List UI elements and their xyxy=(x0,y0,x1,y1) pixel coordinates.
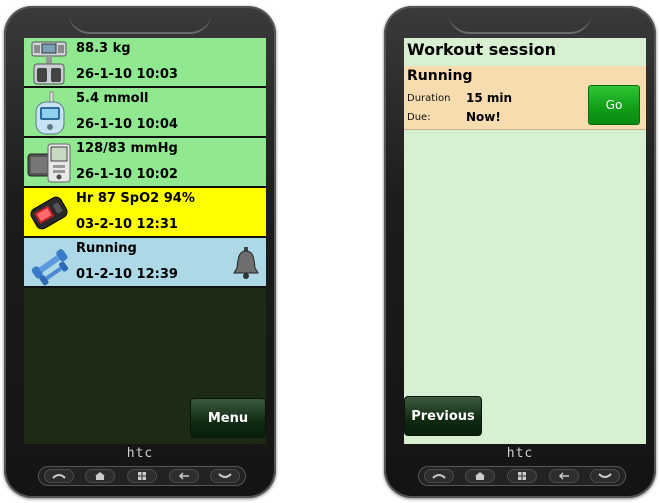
brand-logo: htc xyxy=(126,446,154,461)
call-icon[interactable] xyxy=(423,469,454,483)
earpiece xyxy=(68,12,212,34)
back-icon[interactable] xyxy=(548,469,579,483)
due-label: Due: xyxy=(407,112,431,123)
home-icon[interactable] xyxy=(465,469,496,483)
phone-left: 88.3 kg 26-1-10 10:03 5.4 mmoll 26-1-10 … xyxy=(4,6,276,498)
pulse-oximeter-icon xyxy=(30,196,68,230)
back-icon[interactable] xyxy=(168,469,199,483)
measurement-value: 88.3 kg xyxy=(76,41,131,56)
list-item-workout[interactable]: Running 01-2-10 12:39 xyxy=(24,238,266,288)
measurement-value: 128/83 mmHg xyxy=(76,141,178,156)
windows-icon[interactable] xyxy=(506,469,537,483)
body-scale-icon xyxy=(31,41,67,85)
blood-pressure-monitor-icon xyxy=(27,143,71,183)
earpiece xyxy=(448,12,592,34)
go-button[interactable]: Go xyxy=(588,85,640,125)
due-value: Now! xyxy=(466,110,501,124)
measurement-timestamp: 03-2-10 12:31 xyxy=(76,217,178,232)
phone-right: Workout session Running Duration 15 min … xyxy=(384,6,656,498)
page-title: Workout session xyxy=(407,40,557,59)
bell-icon xyxy=(233,247,259,279)
list-item-blood-pressure[interactable]: 128/83 mmHg 26-1-10 10:02 xyxy=(24,138,266,188)
screen-workout-session: Workout session Running Duration 15 min … xyxy=(404,38,646,444)
list-item-pulse-oximetry[interactable]: Hr 87 SpO2 94% 03-2-10 12:31 xyxy=(24,188,266,238)
screen-measurement-list: 88.3 kg 26-1-10 10:03 5.4 mmoll 26-1-10 … xyxy=(24,38,266,444)
duration-value: 15 min xyxy=(466,91,513,105)
call-icon[interactable] xyxy=(43,469,74,483)
glucose-meter-icon xyxy=(35,91,65,135)
brand-logo: htc xyxy=(506,446,534,461)
duration-label: Duration xyxy=(407,93,451,104)
list-item-glucose[interactable]: 5.4 mmoll 26-1-10 10:04 xyxy=(24,88,266,138)
dumbbell-icon xyxy=(31,249,69,286)
measurement-timestamp: 26-1-10 10:04 xyxy=(76,117,178,132)
end-call-icon[interactable] xyxy=(590,469,621,483)
measurement-value: 5.4 mmoll xyxy=(76,91,149,106)
workout-name: Running xyxy=(76,241,137,256)
home-icon[interactable] xyxy=(85,469,116,483)
list-item-weight[interactable]: 88.3 kg 26-1-10 10:03 xyxy=(24,38,266,88)
hardware-key-bar xyxy=(38,466,246,486)
measurement-timestamp: 26-1-10 10:03 xyxy=(76,67,178,82)
previous-button[interactable]: Previous xyxy=(404,396,482,436)
measurement-value: Hr 87 SpO2 94% xyxy=(76,191,195,206)
menu-button[interactable]: Menu xyxy=(190,398,266,438)
workout-timestamp: 01-2-10 12:39 xyxy=(76,267,178,282)
measurement-timestamp: 26-1-10 10:02 xyxy=(76,167,178,182)
windows-icon[interactable] xyxy=(126,469,157,483)
end-call-icon[interactable] xyxy=(210,469,241,483)
workout-session-card: Running Duration 15 min Due: Now! Go xyxy=(404,66,646,130)
workout-name: Running xyxy=(407,68,473,84)
hardware-key-bar xyxy=(418,466,626,486)
